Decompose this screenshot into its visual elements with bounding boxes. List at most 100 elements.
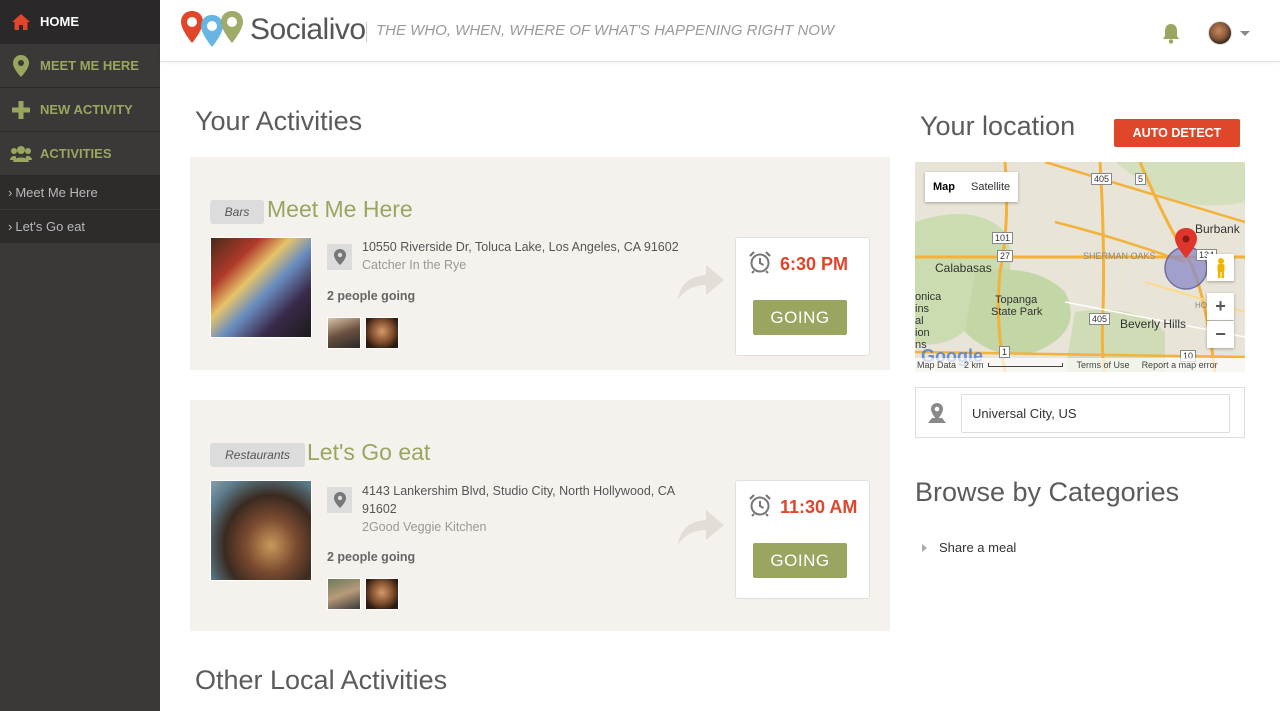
- other-activities-title: Other Local Activities: [195, 665, 448, 695]
- category-badge: Restaurants: [210, 443, 305, 467]
- avatar: [1208, 21, 1232, 45]
- logo[interactable]: Socialivo: [180, 9, 366, 51]
- auto-detect-button[interactable]: AUTO DETECT: [1114, 119, 1240, 147]
- going-count: 2 people going: [327, 289, 416, 303]
- going-button[interactable]: GOING: [753, 543, 847, 578]
- map-label-sherman-oaks: SHERMAN OAKS: [1083, 251, 1156, 261]
- map-label-ion: ion: [915, 327, 930, 339]
- time-card: 6:30 PM GOING: [735, 237, 870, 356]
- map-label-hwy-27: 27: [997, 250, 1014, 262]
- map-label-hwy-101: 101: [992, 232, 1014, 244]
- nav-home[interactable]: HOME: [0, 0, 160, 44]
- location-pin-icon: [327, 487, 352, 513]
- activity-time: 11:30 AM: [780, 497, 858, 517]
- browse-categories-title: Browse by Categories: [915, 477, 1180, 507]
- map-data-link[interactable]: Map Data: [917, 360, 956, 370]
- share-arrow-icon[interactable]: [676, 262, 726, 307]
- map-label-hwy-5: 5: [1135, 173, 1147, 185]
- sidebar: HOME MEET ME HERE NEW ACTIVITY ACTIVITIE…: [0, 0, 160, 711]
- time-card: 11:30 AM GOING: [735, 480, 870, 599]
- map-footer: Map Data 2 km Terms of Use Report a map …: [915, 358, 1245, 372]
- map-label-state-park: State Park: [991, 306, 1043, 318]
- attendees: [327, 578, 399, 610]
- map-scale-bar: [987, 363, 1063, 367]
- location-input[interactable]: [961, 394, 1230, 433]
- alarm-clock-icon: [748, 493, 772, 522]
- map-label-hwy-1: 1: [999, 346, 1011, 358]
- zoom-out-button[interactable]: −: [1207, 321, 1234, 348]
- activities-submenu: › Meet Me Here › Let's Go eat: [0, 176, 160, 244]
- map-type-satellite[interactable]: Satellite: [963, 172, 1018, 202]
- nav-activities-label: ACTIVITIES: [40, 146, 112, 161]
- share-arrow-icon[interactable]: [676, 507, 726, 552]
- activity-venue: 2Good Veggie Kitchen: [362, 520, 487, 534]
- map-label-topanga: Topanga: [995, 294, 1038, 306]
- map-label-burbank: Burbank: [1195, 222, 1240, 236]
- activity-title[interactable]: Meet Me Here: [267, 196, 413, 223]
- map-label-calabasas: Calabasas: [935, 261, 992, 275]
- attendee-avatar[interactable]: [327, 317, 361, 349]
- tagline: THE WHO, WHEN, WHERE OF WHAT'S HAPPENING…: [366, 22, 834, 42]
- alarm-clock-icon: [748, 250, 772, 279]
- activity-address: 4143 Lankershim Blvd, Studio City, North…: [362, 484, 675, 516]
- attendees: [327, 317, 399, 349]
- map-label-onica: onica: [915, 291, 942, 303]
- street-view-pegman-icon[interactable]: [1207, 254, 1234, 281]
- activity-time: 6:30 PM: [780, 254, 849, 274]
- attendee-avatar[interactable]: [327, 578, 361, 610]
- map-report-link[interactable]: Report a map error: [1142, 360, 1218, 370]
- attendee-avatar[interactable]: [365, 317, 399, 349]
- nav-activities[interactable]: ACTIVITIES: [0, 132, 160, 176]
- subnav-lets-go-eat[interactable]: › Let's Go eat: [0, 210, 160, 244]
- subnav-meet-me-here[interactable]: › Meet Me Here: [0, 176, 160, 210]
- map-type-toggle: Map Satellite: [925, 172, 1019, 202]
- map-pin-icon: [10, 54, 32, 77]
- going-button[interactable]: GOING: [753, 300, 847, 335]
- map-label-beverly-hills: Beverly Hills: [1120, 317, 1187, 331]
- nav-home-label: HOME: [40, 14, 79, 29]
- location-pin-icon: [327, 244, 352, 270]
- activity-card: Restaurants Let's Go eat 4143 Lankershim…: [190, 400, 890, 631]
- activity-image[interactable]: [210, 480, 312, 581]
- zoom-in-button[interactable]: +: [1207, 293, 1234, 320]
- nav-meet-me-here[interactable]: MEET ME HERE: [0, 44, 160, 88]
- bell-icon[interactable]: [1160, 22, 1182, 49]
- location-map[interactable]: Map Satellite Burbank Calabasas SHERMAN …: [915, 162, 1245, 372]
- location-search-box: [915, 387, 1245, 438]
- subnav-lets-go-eat-label: Let's Go eat: [15, 219, 86, 234]
- chevron-right-icon: ›: [8, 185, 13, 200]
- users-icon: [10, 143, 32, 165]
- activity-venue: Catcher In the Rye: [362, 258, 467, 272]
- attendee-avatar[interactable]: [365, 578, 399, 610]
- plus-icon: [10, 99, 32, 121]
- map-label-al: al: [915, 315, 924, 327]
- map-label-hwy-405b: 405: [1089, 313, 1111, 325]
- category-label: Share a meal: [939, 540, 1017, 555]
- subnav-meet-me-here-label: Meet Me Here: [15, 185, 98, 200]
- category-share-a-meal[interactable]: Share a meal: [922, 540, 1016, 555]
- brand-name: Socialivo: [250, 13, 366, 46]
- going-count: 2 people going: [327, 550, 416, 564]
- triangle-right-icon: [922, 543, 927, 552]
- map-scale-label: 2 km: [964, 360, 984, 370]
- user-menu[interactable]: [1208, 21, 1250, 45]
- activity-address: 10550 Riverside Dr, Toluca Lake, Los Ang…: [362, 240, 679, 254]
- location-person-pin-icon: [926, 402, 948, 429]
- activity-title[interactable]: Let's Go eat: [307, 439, 430, 466]
- chevron-right-icon: ›: [8, 219, 13, 234]
- activity-card: Bars Meet Me Here 10550 Riverside Dr, To…: [190, 157, 890, 370]
- location-title: Your location: [920, 111, 1076, 141]
- map-terms-link[interactable]: Terms of Use: [1077, 360, 1130, 370]
- map-label-hwy-405: 405: [1091, 173, 1113, 185]
- nav-new-activity-label: NEW ACTIVITY: [40, 102, 133, 117]
- category-badge: Bars: [210, 200, 264, 224]
- activity-image[interactable]: [210, 237, 312, 338]
- your-activities-title: Your Activities: [195, 106, 363, 136]
- home-icon: [10, 11, 32, 33]
- top-header: Socialivo THE WHO, WHEN, WHERE OF WHAT'S…: [160, 0, 1280, 62]
- map-label-ins: ins: [915, 303, 930, 315]
- caret-down-icon: [1240, 30, 1250, 36]
- nav-meet-me-here-label: MEET ME HERE: [40, 58, 139, 73]
- nav-new-activity[interactable]: NEW ACTIVITY: [0, 88, 160, 132]
- map-type-map[interactable]: Map: [925, 172, 963, 202]
